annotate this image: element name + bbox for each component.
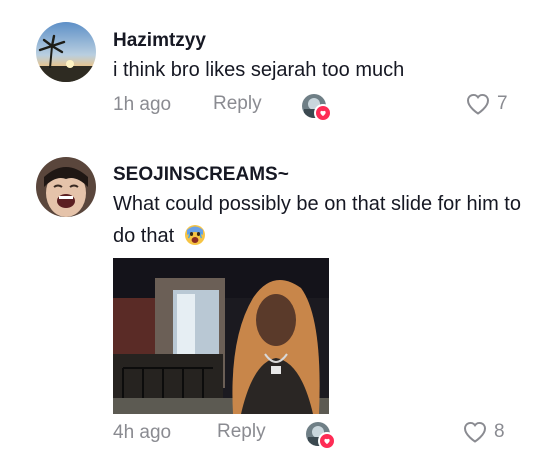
like-count: 8 — [494, 421, 505, 442]
comment-item: SEOJINSCREAMS~ What could possibly be on… — [0, 140, 552, 466]
heart-outline-icon — [466, 93, 490, 115]
heart-outline-icon — [463, 421, 487, 443]
reply-button[interactable]: Reply — [213, 93, 262, 115]
like-count: 7 — [497, 93, 508, 114]
comment-text: What could possibly be on that slide for… — [113, 188, 533, 252]
like-button[interactable]: 7 — [465, 92, 508, 116]
reaction-photo-icon — [113, 258, 329, 414]
heart-icon — [320, 110, 326, 116]
attached-reaction-photo[interactable] — [113, 258, 329, 414]
commenter-avatar[interactable] — [36, 22, 96, 82]
comment-username[interactable]: Hazimtzyy — [113, 30, 206, 52]
crying-face-emoji-icon — [184, 224, 206, 246]
reply-button[interactable]: Reply — [217, 421, 266, 443]
laughing-person-icon — [36, 157, 96, 217]
comment-text: i think bro likes sejarah too much — [113, 59, 405, 81]
creator-heart-badge — [318, 432, 336, 450]
comment-text-body: What could possibly be on that slide for… — [113, 193, 521, 247]
commenter-avatar[interactable] — [36, 157, 96, 217]
comment-timestamp: 1h ago — [113, 94, 172, 115]
sunset-palm-icon — [36, 22, 96, 82]
heart-icon — [324, 438, 330, 444]
comment-username[interactable]: SEOJINSCREAMS~ — [113, 164, 289, 186]
creator-heart-badge — [314, 104, 332, 122]
comment-timestamp: 4h ago — [113, 422, 172, 443]
comment-item: Hazimtzyy i think bro likes sejarah too … — [0, 0, 552, 140]
like-button[interactable]: 8 — [462, 420, 505, 444]
